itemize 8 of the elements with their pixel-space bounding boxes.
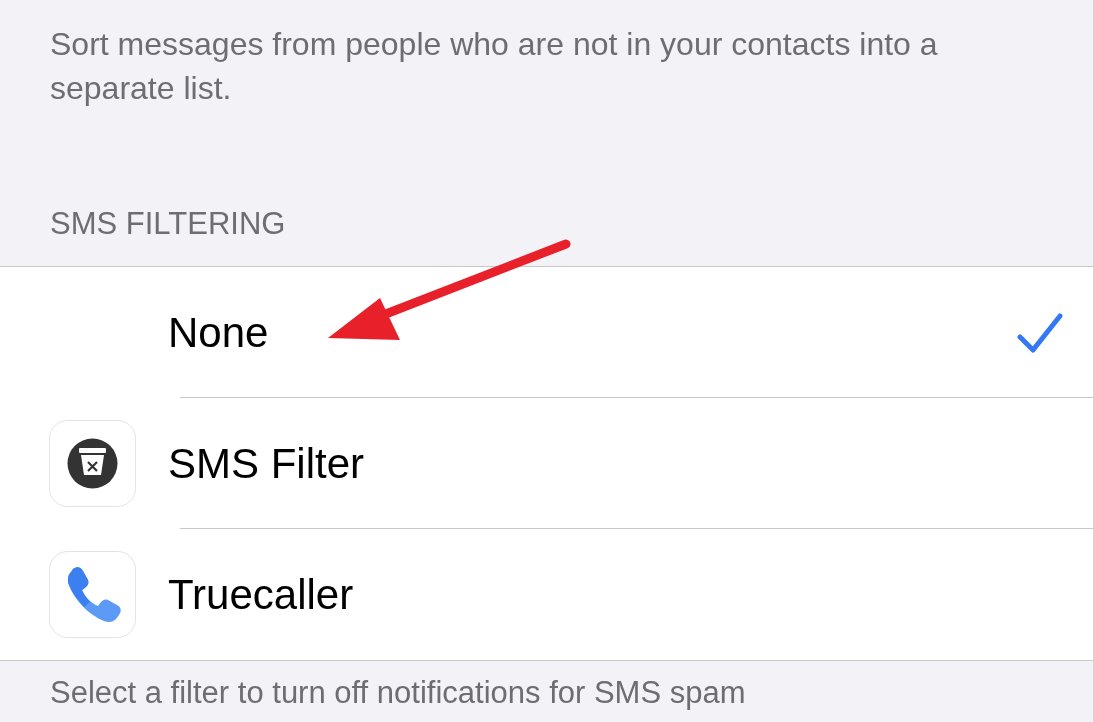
option-label: None: [168, 308, 269, 358]
trash-bin-icon: [49, 420, 136, 507]
option-label: SMS Filter: [168, 439, 364, 489]
phone-icon: [49, 551, 136, 638]
section-header: SMS FILTERING: [49, 205, 287, 243]
description-text: Sort messages from people who are not in your contacts into a separate list.: [49, 25, 939, 108]
footer-text: Select a filter to turn off notifications for SMS spam: [49, 674, 747, 711]
option-label: Truecaller: [168, 570, 354, 620]
